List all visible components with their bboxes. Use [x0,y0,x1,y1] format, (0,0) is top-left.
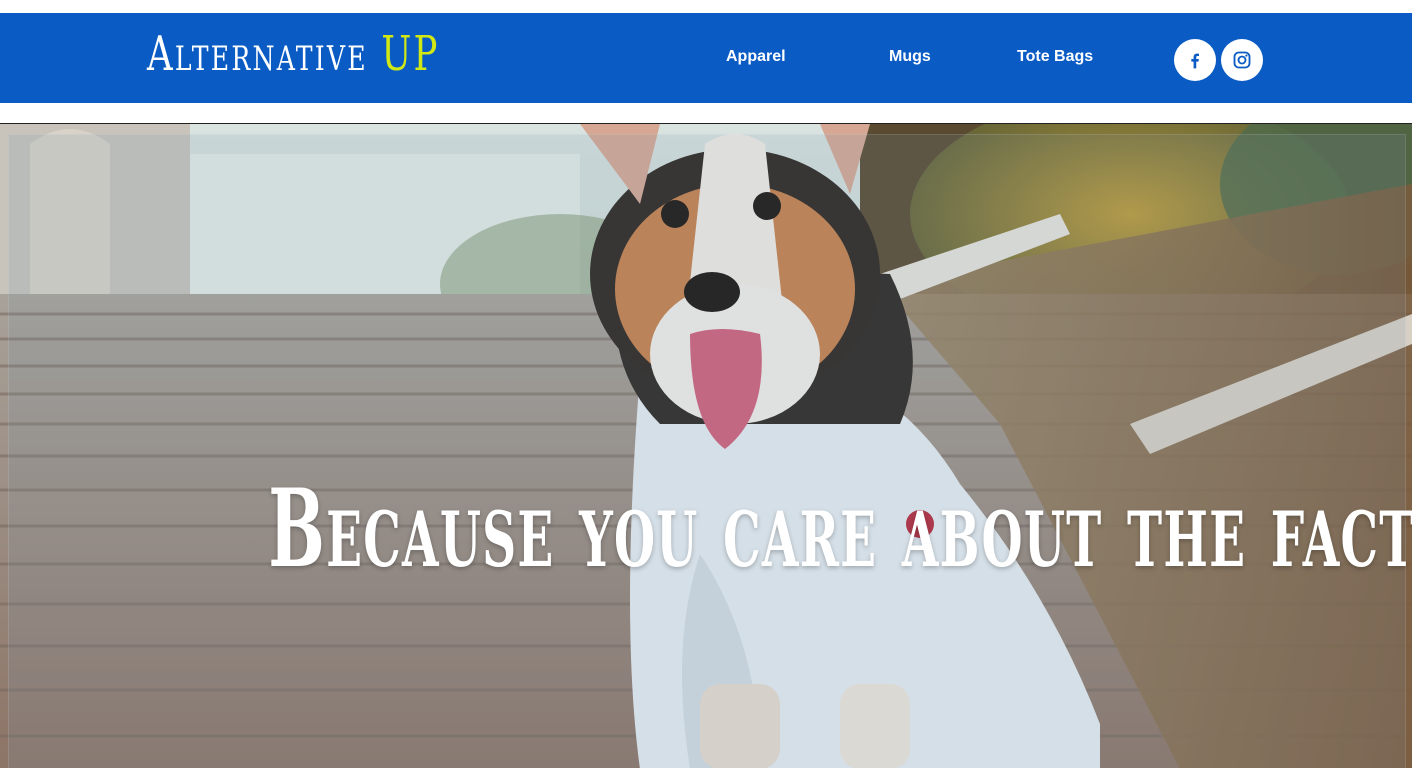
nav-link-tote-bags[interactable]: Tote Bags [1017,47,1093,67]
instagram-icon [1233,51,1251,69]
hero-section: Because you care about the facts [0,123,1412,768]
instagram-button[interactable] [1221,39,1263,81]
nav-link-mugs[interactable]: Mugs [889,47,931,67]
page: Alternative UP Apparel Mugs Tote Bags Be… [0,0,1412,768]
logo-main-text: Alternative [147,26,368,82]
site-header: Alternative UP Apparel Mugs Tote Bags [0,13,1412,103]
logo-accent-text: UP [381,26,440,82]
facebook-button[interactable] [1174,39,1216,81]
hero-overlay [8,134,1406,768]
nav-link-apparel[interactable]: Apparel [726,47,786,67]
hero-title: Because you care about the facts [268,466,1412,593]
site-logo[interactable]: Alternative UP [147,27,440,81]
facebook-icon [1191,53,1199,69]
